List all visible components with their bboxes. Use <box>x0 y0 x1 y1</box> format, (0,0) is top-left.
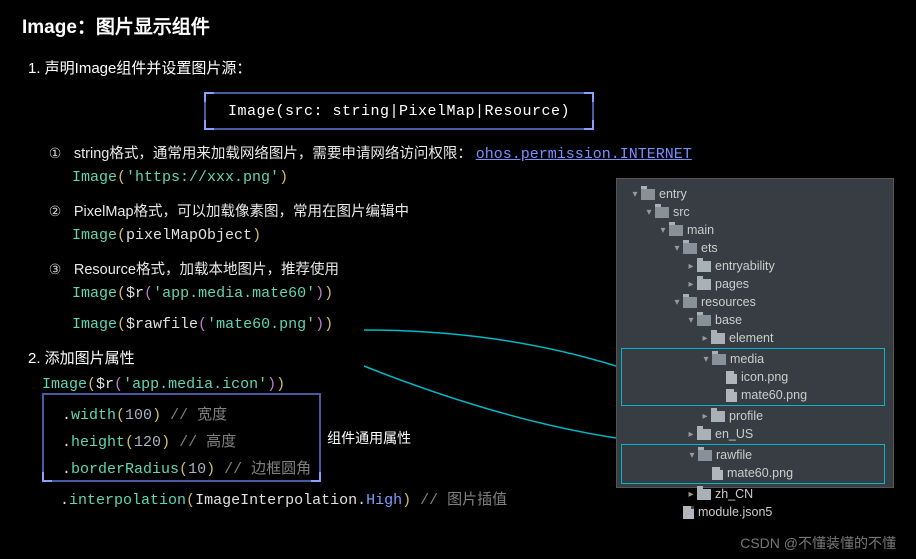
item-2-desc: PixelMap格式，可以加载像素图，常用在图片编辑中 <box>74 204 409 220</box>
twisty-icon[interactable]: ▾ <box>671 243 683 254</box>
tree-label: rawfile <box>716 448 752 462</box>
attr-line-3: .borderRadius(10) // 边框圆角 <box>44 457 311 478</box>
tree-row[interactable]: ▾ resources <box>621 293 889 311</box>
bullet-1: ① <box>46 145 64 162</box>
file-icon <box>683 506 694 519</box>
signature-box: Image(src: string|PixelMap|Resource) <box>204 92 594 130</box>
twisty-icon[interactable]: ▸ <box>685 279 697 290</box>
twisty-icon[interactable]: ▾ <box>686 450 698 461</box>
tree-row[interactable]: ▸ entryability <box>621 257 889 275</box>
tree-label: pages <box>715 277 749 291</box>
tree-row[interactable]: ▸ element <box>621 329 889 347</box>
attr-line-2: .height(120) // 高度 <box>44 430 311 451</box>
twisty-icon[interactable]: ▾ <box>700 354 712 365</box>
file-icon <box>726 389 737 402</box>
tree-row[interactable]: mate60.png <box>622 464 884 482</box>
tree-label: zh_CN <box>715 487 753 501</box>
folder-open-icon <box>683 297 697 308</box>
folder-open-icon <box>683 243 697 254</box>
attr-line-1: .width(100) // 宽度 <box>44 403 311 424</box>
tree-row[interactable]: ▸ en_US <box>621 425 889 443</box>
twisty-icon[interactable]: ▾ <box>685 315 697 326</box>
folder-icon <box>697 489 711 500</box>
twisty-icon[interactable]: ▸ <box>699 333 711 344</box>
tree-label: src <box>673 205 690 219</box>
twisty-icon[interactable]: ▸ <box>685 429 697 440</box>
folder-open-icon <box>698 450 712 461</box>
tree-row[interactable]: ▾ src <box>621 203 889 221</box>
file-icon <box>712 467 723 480</box>
attr-box: .width(100) // 宽度 .height(120) // 高度 .bo… <box>42 393 321 482</box>
tree-row[interactable]: ▾ base <box>621 311 889 329</box>
tree-label: resources <box>701 295 756 309</box>
item-3-desc: Resource格式，加载本地图片，推荐使用 <box>74 262 339 278</box>
signature-text: Image(src: string|PixelMap|Resource) <box>228 103 570 120</box>
folder-open-icon <box>669 225 683 236</box>
tree-row[interactable]: mate60.png <box>622 386 884 404</box>
tree-label: mate60.png <box>741 388 807 402</box>
folder-open-icon <box>712 354 726 365</box>
folder-open-icon <box>697 315 711 326</box>
tree-row[interactable]: module.json5 <box>621 503 889 521</box>
tree-label: mate60.png <box>727 466 793 480</box>
bullet-3: ③ <box>46 261 64 278</box>
tree-row[interactable]: icon.png <box>622 368 884 386</box>
tree-row[interactable]: ▸ profile <box>621 407 889 425</box>
twisty-icon[interactable]: ▸ <box>685 261 697 272</box>
tree-highlight-rawfile: ▾ rawfile mate60.png <box>621 444 885 484</box>
folder-icon <box>697 279 711 290</box>
tree-highlight-media: ▾ media icon.png mate60.png <box>621 348 885 406</box>
folder-icon <box>697 429 711 440</box>
tree-row[interactable]: ▾ ets <box>621 239 889 257</box>
watermark: CSDN @不懂装懂的不懂 <box>740 533 896 553</box>
folder-open-icon <box>641 189 655 200</box>
folder-icon <box>711 411 725 422</box>
tree-label: entry <box>659 187 687 201</box>
tree-row[interactable]: ▾ entry <box>621 185 889 203</box>
tree-label: en_US <box>715 427 753 441</box>
twisty-icon[interactable]: ▾ <box>671 297 683 308</box>
tree-label: icon.png <box>741 370 788 384</box>
attr-box-label: 组件通用属性 <box>327 428 411 448</box>
tree-row[interactable]: ▾ main <box>621 221 889 239</box>
folder-icon <box>697 261 711 272</box>
tree-row[interactable]: ▾ rawfile <box>622 446 884 464</box>
tree-row[interactable]: ▸ pages <box>621 275 889 293</box>
tree-label: base <box>715 313 742 327</box>
tree-label: ets <box>701 241 718 255</box>
tree-row[interactable]: ▸ zh_CN <box>621 485 889 503</box>
twisty-icon[interactable]: ▾ <box>629 189 641 200</box>
page-title: Image：图片显示组件 <box>0 0 916 47</box>
tree-label: main <box>687 223 714 237</box>
tree-label: profile <box>729 409 763 423</box>
permission-link[interactable]: ohos.permission.INTERNET <box>476 146 692 163</box>
tree-label: element <box>729 331 773 345</box>
twisty-icon[interactable]: ▾ <box>657 225 669 236</box>
tree-label: module.json5 <box>698 505 772 519</box>
folder-icon <box>711 333 725 344</box>
twisty-icon[interactable]: ▾ <box>643 207 655 218</box>
section-1-label: 1. 声明Image组件并设置图片源： <box>28 57 894 78</box>
file-icon <box>726 371 737 384</box>
tree-label: entryability <box>715 259 775 273</box>
twisty-icon[interactable]: ▸ <box>685 489 697 500</box>
file-tree-panel: ▾ entry ▾ src ▾ main ▾ ets ▸ entryability ▸ pages ▾ r… <box>616 178 894 488</box>
bullet-2: ② <box>46 203 64 220</box>
item-1-desc: string格式，通常用来加载网络图片，需要申请网络访问权限： <box>74 146 472 162</box>
tree-label: media <box>730 352 764 366</box>
folder-open-icon <box>655 207 669 218</box>
twisty-icon[interactable]: ▸ <box>699 411 711 422</box>
tree-row[interactable]: ▾ media <box>622 350 884 368</box>
